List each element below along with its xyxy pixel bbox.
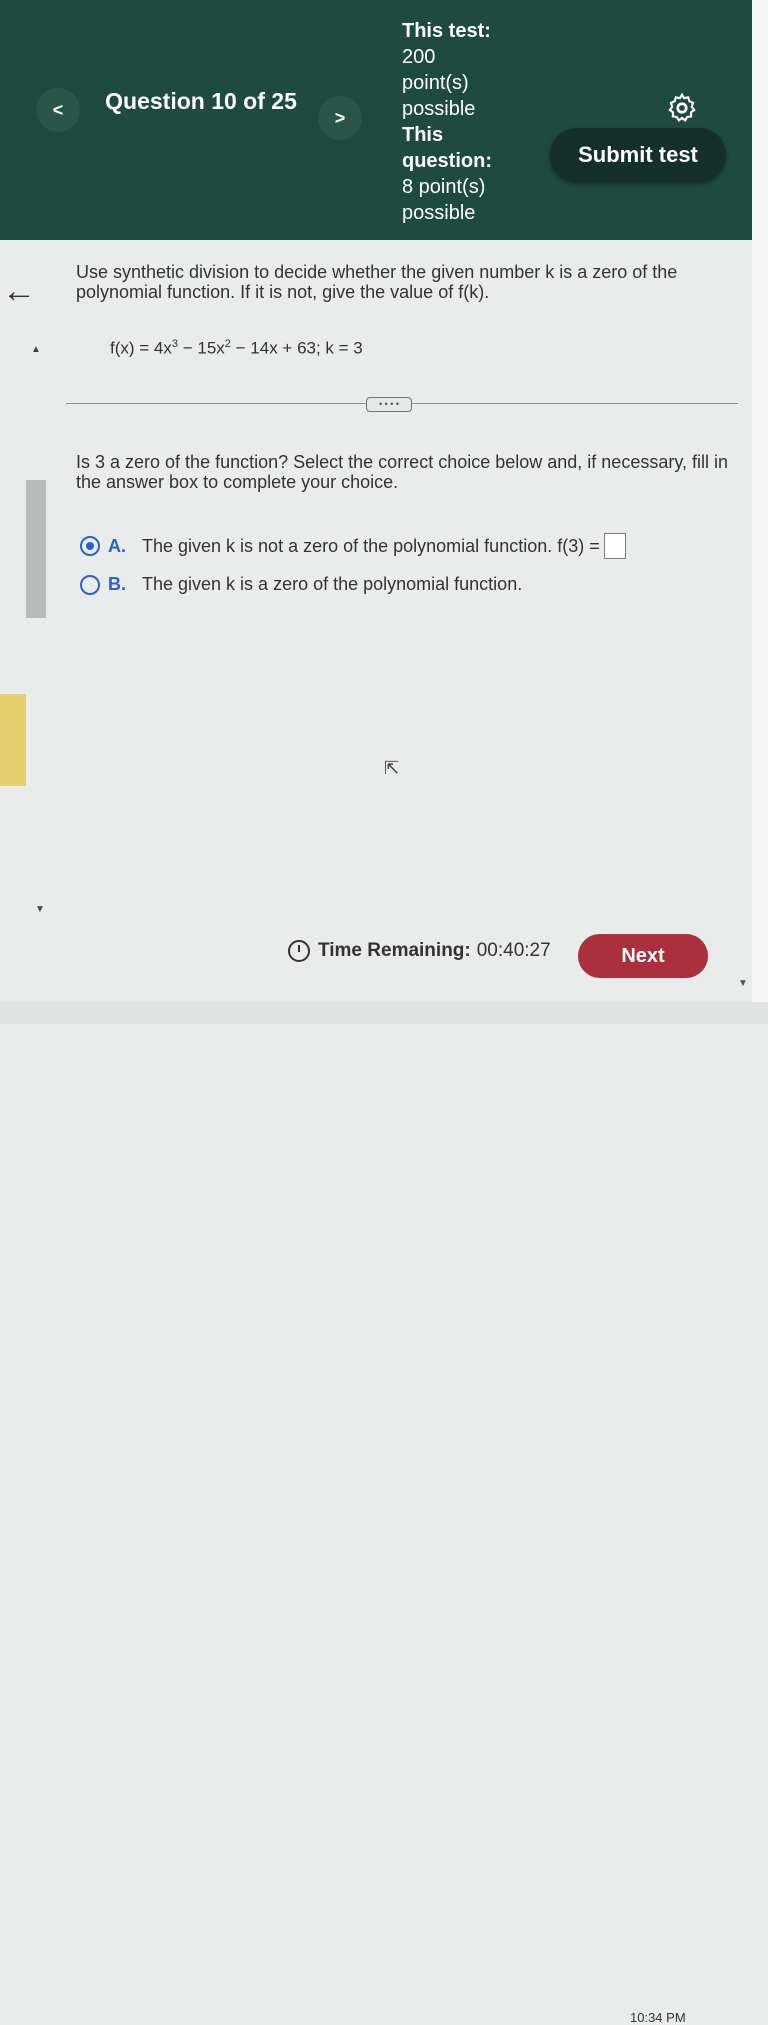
left-scroll-rail[interactable] [26, 480, 46, 618]
points-line: possible [402, 202, 476, 224]
taskbar: 10:34 PM [0, 1002, 768, 2025]
question-instructions: Use synthetic division to decide whether… [76, 262, 678, 302]
points-info: This test: 200 point(s) possible This qu… [402, 18, 522, 226]
points-line: question: [402, 150, 492, 172]
previous-question-button[interactable]: < [36, 88, 80, 132]
next-question-button[interactable]: > [318, 96, 362, 140]
choice-a[interactable]: A. The given k is not a zero of the poly… [80, 533, 626, 559]
answer-input[interactable] [603, 533, 626, 559]
points-line: 8 point(s) [402, 176, 486, 198]
side-panel-tab [0, 694, 26, 786]
radio-b[interactable] [80, 574, 100, 595]
submit-test-button[interactable]: Submit test [550, 128, 726, 182]
mouse-cursor-icon: ⇱ [384, 758, 400, 778]
back-arrow-icon[interactable]: ← [2, 272, 36, 311]
system-clock: 10:34 PM [630, 2010, 686, 2025]
points-line: point(s) [402, 72, 469, 94]
next-button[interactable]: Next [578, 934, 708, 978]
polynomial-function: f(x) = 4x3 − 15x2 − 14x + 63; k = 3 [110, 338, 363, 358]
time-remaining: Time Remaining: 00:40:27 [288, 940, 551, 962]
points-line: possible [402, 98, 476, 120]
time-value: 00:40:27 [476, 940, 551, 961]
question-counter: Question 10 of 25 [105, 88, 297, 114]
radio-a-selected[interactable] [80, 536, 100, 556]
choice-b-text: The given k is a zero of the polynomial … [142, 574, 523, 594]
test-header: < Question 10 of 25 > This test: 200 poi… [0, 0, 752, 240]
question-prompt: Is 3 a zero of the function? Select the … [76, 452, 729, 492]
points-line: This [402, 124, 444, 146]
points-line: 200 [402, 46, 436, 68]
choice-b[interactable]: B. The given k is a zero of the polynomi… [80, 574, 522, 595]
scroll-down-icon[interactable]: ▼ [35, 904, 45, 915]
scroll-up-icon[interactable]: ▲ [31, 344, 41, 355]
points-line: This test: [402, 20, 491, 42]
gear-icon[interactable] [666, 92, 698, 124]
right-scrollbar[interactable] [752, 0, 768, 1024]
clock-icon [288, 940, 310, 962]
page-scroll-down-icon[interactable]: ▼ [738, 978, 748, 989]
choice-a-text: The given k is not a zero of the polynom… [142, 535, 600, 556]
expand-handle-icon[interactable]: • • • • [366, 397, 412, 412]
